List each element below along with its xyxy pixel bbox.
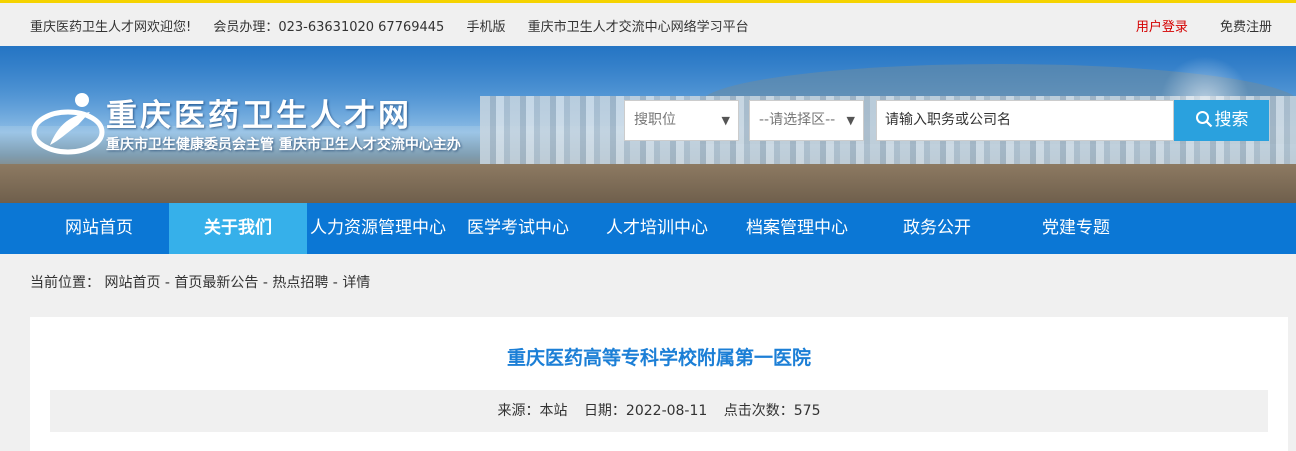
breadcrumb-current: 详情 bbox=[342, 275, 371, 291]
search-button-label: 搜索 bbox=[1214, 110, 1249, 130]
search-icon bbox=[1195, 111, 1212, 128]
breadcrumb-separator: - bbox=[328, 275, 343, 291]
article-views: 点击次数：575 bbox=[723, 403, 821, 419]
site-title: 重庆医药卫生人才网 bbox=[106, 98, 412, 134]
nav-item-training[interactable]: 人才培训中心 bbox=[587, 203, 727, 254]
top-bar-left: 重庆医药卫生人才网欢迎您! 会员办理：023-63631020 67769445… bbox=[30, 16, 767, 35]
article-date: 日期：2022-08-11 bbox=[583, 403, 708, 419]
breadcrumb-separator: - bbox=[160, 275, 175, 291]
top-bar-right: 用户登录 免费注册 bbox=[1108, 16, 1272, 35]
article-title: 重庆医药高等专科学校附属第一医院 bbox=[506, 347, 811, 369]
article-panel: 重庆医药高等专科学校附属第一医院 来源：本站 日期：2022-08-11 点击次… bbox=[30, 317, 1288, 451]
breadcrumb-hot-jobs[interactable]: 热点招聘 bbox=[272, 275, 328, 291]
nav-item-hr[interactable]: 人力资源管理中心 bbox=[307, 203, 449, 254]
register-link[interactable]: 免费注册 bbox=[1220, 20, 1272, 35]
top-bar: 重庆医药卫生人才网欢迎您! 会员办理：023-63631020 67769445… bbox=[0, 0, 1296, 46]
article-source: 来源：本站 bbox=[497, 403, 568, 419]
chevron-down-icon: ▼ bbox=[846, 114, 855, 127]
job-type-select-value: 搜职位 bbox=[634, 112, 676, 128]
main-nav: 网站首页 关于我们 人力资源管理中心 医学考试中心 人才培训中心 档案管理中心 … bbox=[0, 203, 1296, 254]
article-meta: 来源：本站 日期：2022-08-11 点击次数：575 bbox=[50, 390, 1268, 432]
chevron-down-icon: ▼ bbox=[721, 114, 730, 127]
nav-item-party[interactable]: 党建专题 bbox=[1007, 203, 1145, 254]
nav-item-archive[interactable]: 档案管理中心 bbox=[727, 203, 867, 254]
breadcrumb-label: 当前位置： bbox=[30, 275, 100, 291]
header-banner: 重庆医药卫生人才网 重庆市卫生健康委员会主管 重庆市卫生人才交流中心主办 搜职位… bbox=[0, 46, 1296, 203]
area-select[interactable]: --请选择区-- ▼ bbox=[749, 100, 864, 141]
login-link[interactable]: 用户登录 bbox=[1136, 20, 1188, 35]
breadcrumb-separator: - bbox=[258, 275, 273, 291]
search-button[interactable]: 搜索 bbox=[1174, 100, 1269, 141]
breadcrumb-announcements[interactable]: 首页最新公告 bbox=[174, 275, 258, 291]
nav-item-government[interactable]: 政务公开 bbox=[867, 203, 1007, 254]
nav-item-exam[interactable]: 医学考试中心 bbox=[449, 203, 587, 254]
mobile-link[interactable]: 手机版 bbox=[466, 20, 505, 35]
site-logo-icon[interactable] bbox=[30, 90, 110, 160]
hotline-text: 会员办理：023-63631020 67769445 bbox=[213, 20, 445, 35]
search-input[interactable]: 请输入职务或公司名 bbox=[876, 100, 1174, 141]
area-select-value: --请选择区-- bbox=[759, 112, 836, 128]
nav-item-home[interactable]: 网站首页 bbox=[30, 203, 168, 254]
breadcrumb: 当前位置： 网站首页 - 首页最新公告 - 热点招聘 - 详情 bbox=[30, 272, 370, 292]
site-subtitle: 重庆市卫生健康委员会主管 重庆市卫生人才交流中心主办 bbox=[106, 137, 461, 153]
nav-item-about[interactable]: 关于我们 bbox=[169, 203, 307, 254]
job-type-select[interactable]: 搜职位 ▼ bbox=[624, 100, 739, 141]
banner-river bbox=[0, 164, 1296, 203]
learning-platform-link[interactable]: 重庆市卫生人才交流中心网络学习平台 bbox=[528, 20, 749, 35]
welcome-text: 重庆医药卫生人才网欢迎您! bbox=[30, 20, 192, 35]
breadcrumb-home[interactable]: 网站首页 bbox=[104, 275, 160, 291]
